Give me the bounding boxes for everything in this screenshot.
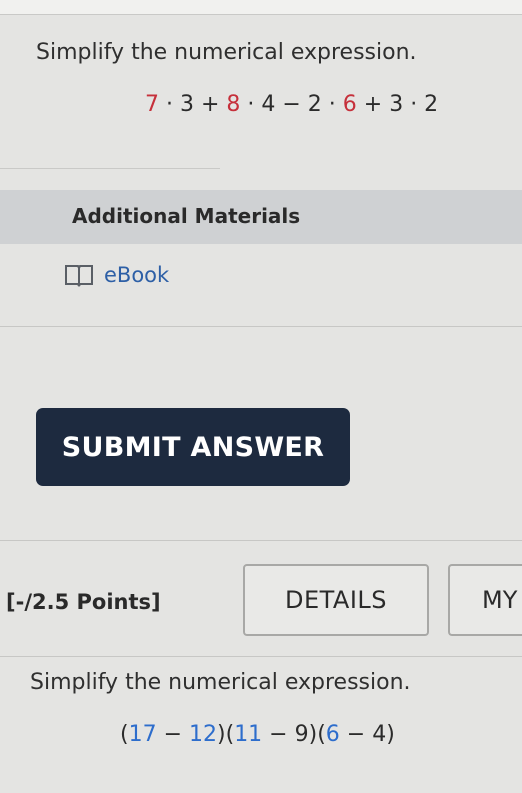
question-1-prompt: Simplify the numerical expression.: [36, 40, 417, 65]
q2-part: )(: [217, 722, 235, 747]
q1-part: 8: [226, 92, 241, 117]
divider: [0, 326, 522, 327]
q2-part: −: [156, 722, 190, 747]
additional-materials-title: Additional Materials: [72, 204, 301, 228]
ebook-link-row[interactable]: eBook: [64, 262, 169, 288]
q2-part: (: [120, 722, 129, 747]
q2-part: − 9)(: [262, 722, 326, 747]
top-strip: [0, 0, 522, 15]
divider: [0, 656, 522, 657]
q1-part: · 3 +: [159, 92, 227, 117]
q1-part: · 4 − 2 ·: [240, 92, 343, 117]
q1-part: 6: [342, 92, 357, 117]
question-1-expression: 7 · 3 + 8 · 4 − 2 · 6 + 3 · 2: [145, 92, 438, 117]
q2-part: − 4): [339, 722, 395, 747]
ebook-link[interactable]: eBook: [104, 263, 169, 287]
q1-part: + 3 · 2: [356, 92, 439, 117]
book-icon: [64, 262, 94, 288]
q2-part: 11: [234, 722, 263, 747]
section-divider: [0, 540, 522, 541]
details-button[interactable]: DETAILS: [243, 564, 429, 636]
question-2-expression: (17 − 12)(11 − 9)(6 − 4): [120, 722, 395, 747]
points-label: [-/2.5 Points]: [6, 590, 161, 614]
q1-part: 7: [145, 92, 159, 117]
my-notes-button[interactable]: MY: [448, 564, 522, 636]
question-2-prompt: Simplify the numerical expression.: [30, 670, 411, 695]
q2-part: 12: [189, 722, 218, 747]
divider: [0, 168, 220, 169]
q2-part: 6: [325, 722, 340, 747]
q2-part: 17: [128, 722, 157, 747]
submit-answer-button[interactable]: SUBMIT ANSWER: [36, 408, 350, 486]
